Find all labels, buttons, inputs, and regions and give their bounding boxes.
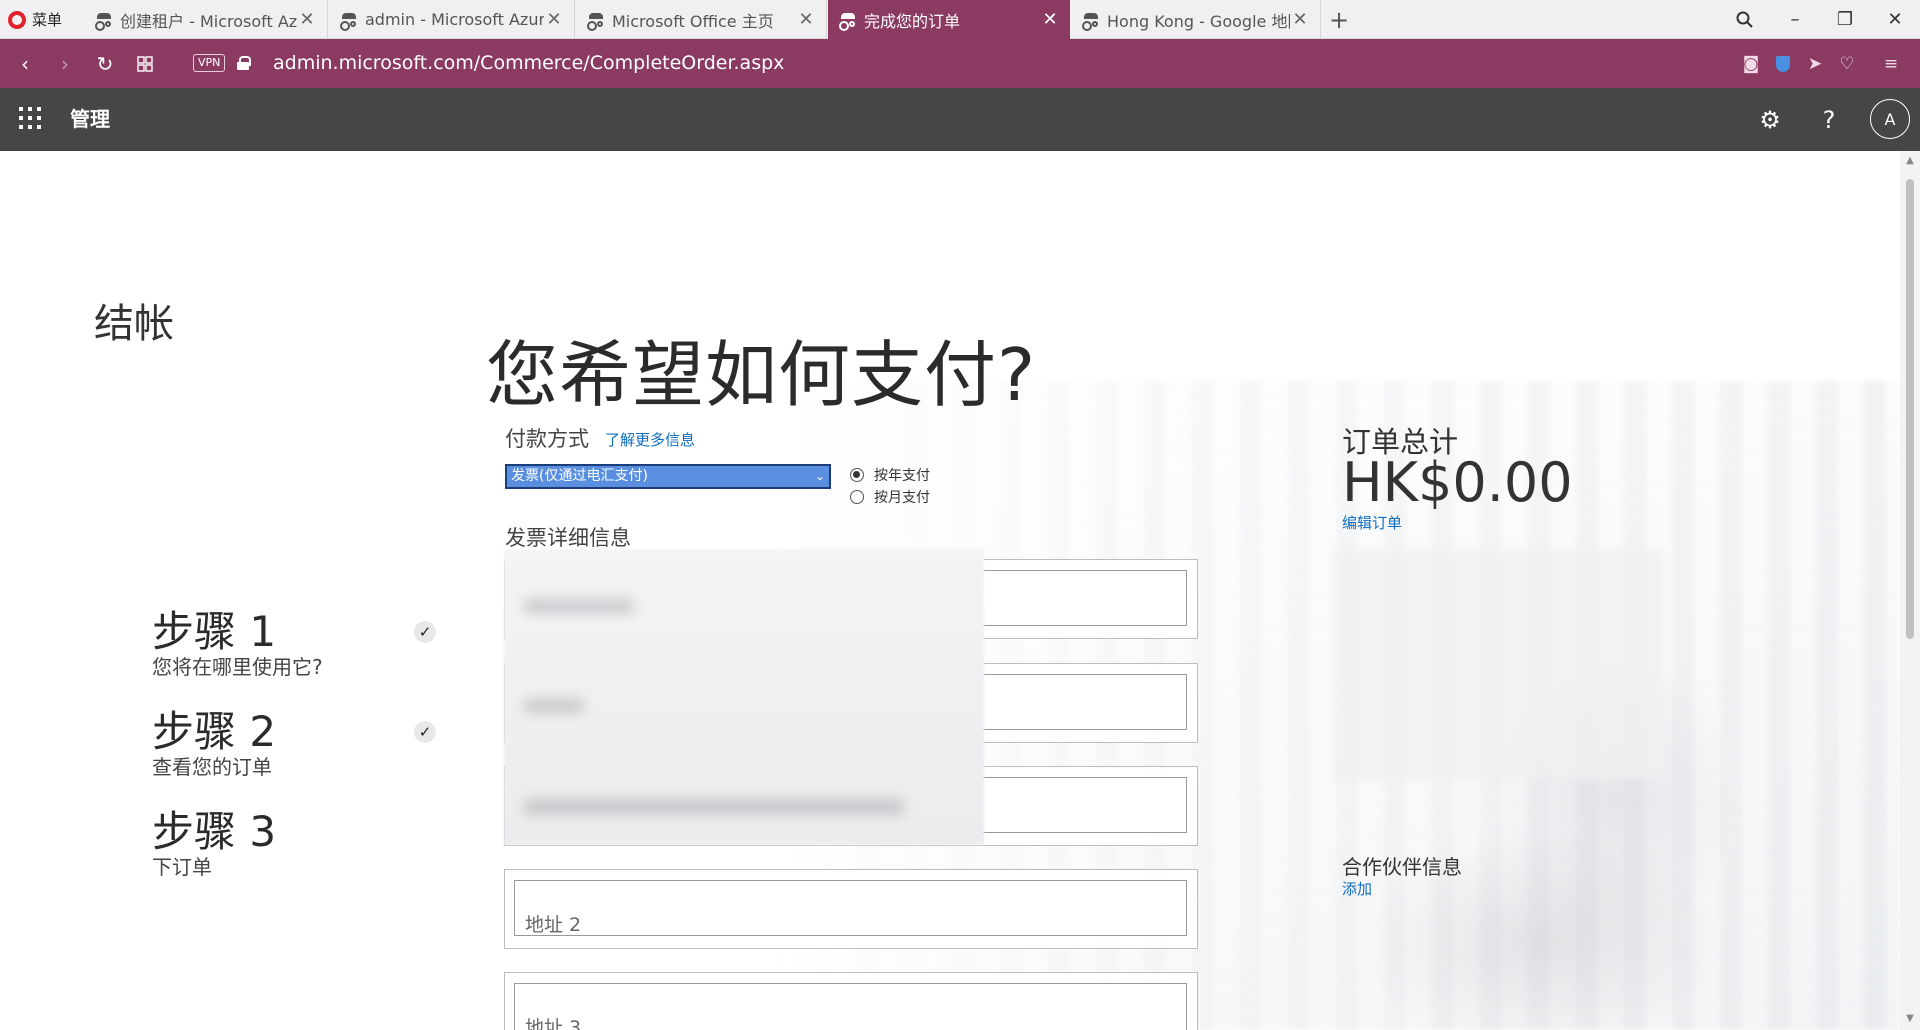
close-icon[interactable]: ✕ <box>544 9 564 30</box>
address-bar: ‹ › ↻ VPN admin.microsoft.com/Commerce/C… <box>0 39 1920 88</box>
scroll-thumb[interactable] <box>1906 179 1914 639</box>
radio-unselected-icon[interactable] <box>850 490 864 504</box>
back-icon[interactable]: ‹ <box>10 39 40 88</box>
help-icon[interactable]: ? <box>1809 88 1849 151</box>
send-icon[interactable]: ➤ <box>1802 39 1828 88</box>
address-2-field: 地址 2 <box>504 869 1198 949</box>
heart-icon[interactable]: ♡ <box>1834 39 1860 88</box>
tab-title: 创建租户 - Microsoft Azure <box>120 11 297 31</box>
search-icon[interactable] <box>1725 0 1765 39</box>
tab-office-home[interactable]: Microsoft Office 主页 ✕ <box>576 0 827 39</box>
address-3-placeholder: 地址 3 <box>525 1017 582 1030</box>
private-tab-icon <box>94 12 114 31</box>
redacted-order-details <box>1334 549 1664 779</box>
payment-method-value: 发票(仅通过电汇支付) <box>511 468 648 484</box>
tab-complete-order[interactable]: 完成您的订单 ✕ <box>828 0 1070 39</box>
step-title: 步骤 3 <box>152 807 277 856</box>
step-title: 步骤 1 <box>152 607 277 656</box>
close-icon[interactable]: ✕ <box>1290 9 1310 30</box>
tab-title: admin - Microsoft Azure <box>365 10 544 29</box>
forward-icon[interactable]: › <box>50 39 80 88</box>
step-subtitle: 查看您的订单 <box>152 755 272 779</box>
private-tab-icon <box>586 12 606 31</box>
opera-menu-button[interactable]: 菜单 <box>8 0 62 39</box>
chevron-down-icon: ⌄ <box>814 469 825 483</box>
easy-setup-icon[interactable]: ≡ <box>1878 39 1904 88</box>
vpn-badge[interactable]: VPN <box>193 54 226 72</box>
admin-header: 管理 ⚙ ? <box>0 88 1920 151</box>
pay-annually-label: 按年支付 <box>874 468 930 484</box>
tab-google-maps[interactable]: Hong Kong - Google 地图 ✕ <box>1071 0 1321 39</box>
close-icon[interactable]: ✕ <box>1040 9 1060 30</box>
order-total-value: HK$0.00 <box>1342 451 1573 514</box>
gear-icon[interactable]: ⚙ <box>1750 88 1790 151</box>
reload-icon[interactable]: ↻ <box>90 39 120 88</box>
browser-tab-strip: 菜单 创建租户 - Microsoft Azure ✕ admin - Micr… <box>0 0 1920 39</box>
camera-icon[interactable]: ◙ <box>1738 39 1764 88</box>
page-title: 您希望如何支付? <box>486 333 1037 417</box>
private-tab-icon <box>1081 12 1101 31</box>
private-tab-icon <box>838 12 858 31</box>
address-3-field: 地址 3 <box>504 972 1198 1030</box>
step-3: 步骤 3 下订单 <box>152 807 442 880</box>
tab-title: Hong Kong - Google 地图 <box>1107 11 1290 31</box>
step-subtitle: 下订单 <box>152 855 212 879</box>
page-scrollbar[interactable]: ▲ ▼ <box>1900 151 1920 1030</box>
edit-order-link[interactable]: 编辑订单 <box>1342 512 1402 533</box>
admin-title[interactable]: 管理 <box>70 88 110 151</box>
checkmark-icon: ✓ <box>414 721 436 743</box>
tab-title: 完成您的订单 <box>864 11 961 31</box>
tabs-grid-icon[interactable] <box>130 39 160 88</box>
redacted-panel <box>504 549 984 845</box>
address-2-input[interactable] <box>514 880 1187 936</box>
url-field[interactable]: admin.microsoft.com/Commerce/CompleteOrd… <box>273 39 784 88</box>
checkout-page: 结帐 您希望如何支付? 步骤 1 您将在哪里使用它? ✓ 步骤 2 查看您的订单… <box>0 151 1900 1030</box>
lock-icon[interactable] <box>237 56 251 70</box>
partner-info-label: 合作伙伴信息 <box>1342 855 1462 879</box>
app-launcher-icon[interactable] <box>19 107 41 129</box>
scroll-down-icon[interactable]: ▼ <box>1900 1013 1920 1024</box>
step-2: 步骤 2 查看您的订单 ✓ <box>152 709 442 779</box>
add-partner-link[interactable]: 添加 <box>1342 878 1372 899</box>
minimize-button[interactable]: – <box>1775 0 1815 39</box>
step-title: 步骤 2 <box>152 707 277 756</box>
step-subtitle: 您将在哪里使用它? <box>152 655 323 679</box>
opera-logo-icon <box>8 10 26 29</box>
checkmark-icon: ✓ <box>414 621 436 643</box>
avatar[interactable]: A <box>1870 99 1910 139</box>
new-tab-button[interactable]: + <box>1326 0 1352 39</box>
shield-icon[interactable] <box>1770 39 1796 88</box>
pay-annually-option[interactable]: 按年支付 <box>850 465 930 485</box>
tab-create-tenant[interactable]: 创建租户 - Microsoft Azure ✕ <box>84 0 328 39</box>
invoice-details-label: 发票详细信息 <box>505 526 631 550</box>
tab-title: Microsoft Office 主页 <box>612 11 774 31</box>
pay-monthly-label: 按月支付 <box>874 490 930 506</box>
opera-menu-label: 菜单 <box>32 11 63 29</box>
private-tab-icon <box>339 12 359 31</box>
payment-method-select[interactable]: 发票(仅通过电汇支付) ⌄ <box>505 464 831 489</box>
address-3-input[interactable] <box>514 983 1187 1030</box>
learn-more-link[interactable]: 了解更多信息 <box>605 429 695 450</box>
tab-admin-azure[interactable]: admin - Microsoft Azure ✕ <box>329 0 575 39</box>
close-window-button[interactable]: ✕ <box>1875 0 1915 39</box>
close-icon[interactable]: ✕ <box>796 9 816 30</box>
address-2-placeholder: 地址 2 <box>525 914 582 936</box>
close-icon[interactable]: ✕ <box>297 9 317 30</box>
radio-selected-icon[interactable] <box>850 468 864 482</box>
payment-method-label: 付款方式 <box>505 427 589 451</box>
restore-button[interactable]: ❐ <box>1825 0 1865 39</box>
step-1: 步骤 1 您将在哪里使用它? ✓ <box>152 609 442 679</box>
checkout-title: 结帐 <box>94 301 174 347</box>
pay-monthly-option[interactable]: 按月支付 <box>850 487 930 507</box>
scroll-up-icon[interactable]: ▲ <box>1900 155 1920 166</box>
